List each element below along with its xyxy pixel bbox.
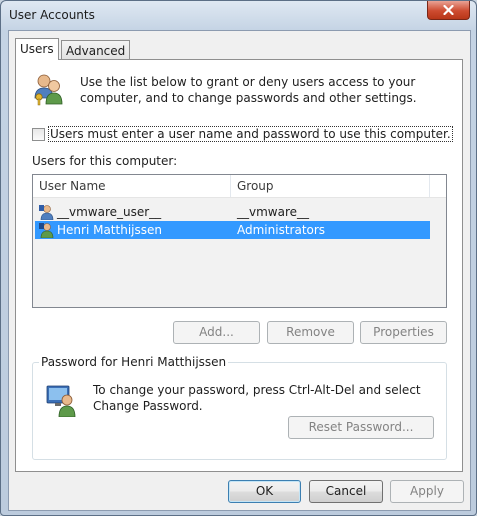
users-list[interactable]: User Name Group __vmware_user__ __vmware… <box>32 174 447 308</box>
reset-password-button[interactable]: Reset Password... <box>288 416 434 439</box>
user-name-cell: Henri Matthijssen <box>57 223 162 237</box>
title-bar[interactable]: User Accounts <box>1 1 476 31</box>
password-group-title: Password for Henri Matthijssen <box>39 355 229 369</box>
properties-button[interactable]: Properties <box>360 321 447 344</box>
tab-advanced-label: Advanced <box>66 44 126 58</box>
user-icon <box>39 205 54 220</box>
require-login-checkbox[interactable] <box>32 127 45 141</box>
column-header-user-name[interactable]: User Name <box>39 179 106 193</box>
table-row[interactable]: __vmware_user__ __vmware__ <box>35 203 430 221</box>
group-cell: Administrators <box>237 223 326 237</box>
user-name-cell: __vmware_user__ <box>57 205 162 219</box>
tab-advanced[interactable]: Advanced <box>61 40 131 59</box>
require-login-row[interactable]: Users must enter a user name and passwor… <box>32 126 453 142</box>
column-divider[interactable] <box>230 175 231 197</box>
users-list-label: Users for this computer: <box>32 154 178 168</box>
tab-users[interactable]: Users <box>15 38 59 60</box>
close-button[interactable] <box>427 1 470 20</box>
user-monitor-icon <box>46 385 76 417</box>
remove-user-button[interactable]: Remove <box>267 321 354 344</box>
tab-users-label: Users <box>20 42 54 56</box>
user-accounts-window: User Accounts Users Advanced Use the lis… <box>0 0 477 516</box>
close-icon <box>443 5 454 15</box>
password-groupbox: Password for Henri Matthijssen To change… <box>32 355 447 460</box>
users-list-header: User Name Group <box>33 175 446 198</box>
column-header-group[interactable]: Group <box>237 179 274 193</box>
column-divider[interactable] <box>429 175 430 197</box>
ok-button[interactable]: OK <box>228 480 301 503</box>
add-user-button[interactable]: Add... <box>173 321 260 344</box>
password-instructions: To change your password, press Ctrl-Alt-… <box>93 383 421 413</box>
intro-text: Use the list below to grant or deny user… <box>80 75 417 105</box>
window-title: User Accounts <box>9 8 95 22</box>
users-tab-panel: Use the list below to grant or deny user… <box>15 59 463 472</box>
dialog-client-area: Users Advanced Use the list below to gra… <box>8 30 471 511</box>
table-row-selected[interactable]: Henri Matthijssen Administrators <box>35 221 430 239</box>
users-keys-icon <box>34 74 63 106</box>
apply-button[interactable]: Apply <box>390 480 464 503</box>
require-login-label[interactable]: Users must enter a user name and passwor… <box>48 126 453 142</box>
user-icon <box>39 223 54 238</box>
cancel-button[interactable]: Cancel <box>309 480 383 503</box>
group-cell: __vmware__ <box>237 205 310 219</box>
